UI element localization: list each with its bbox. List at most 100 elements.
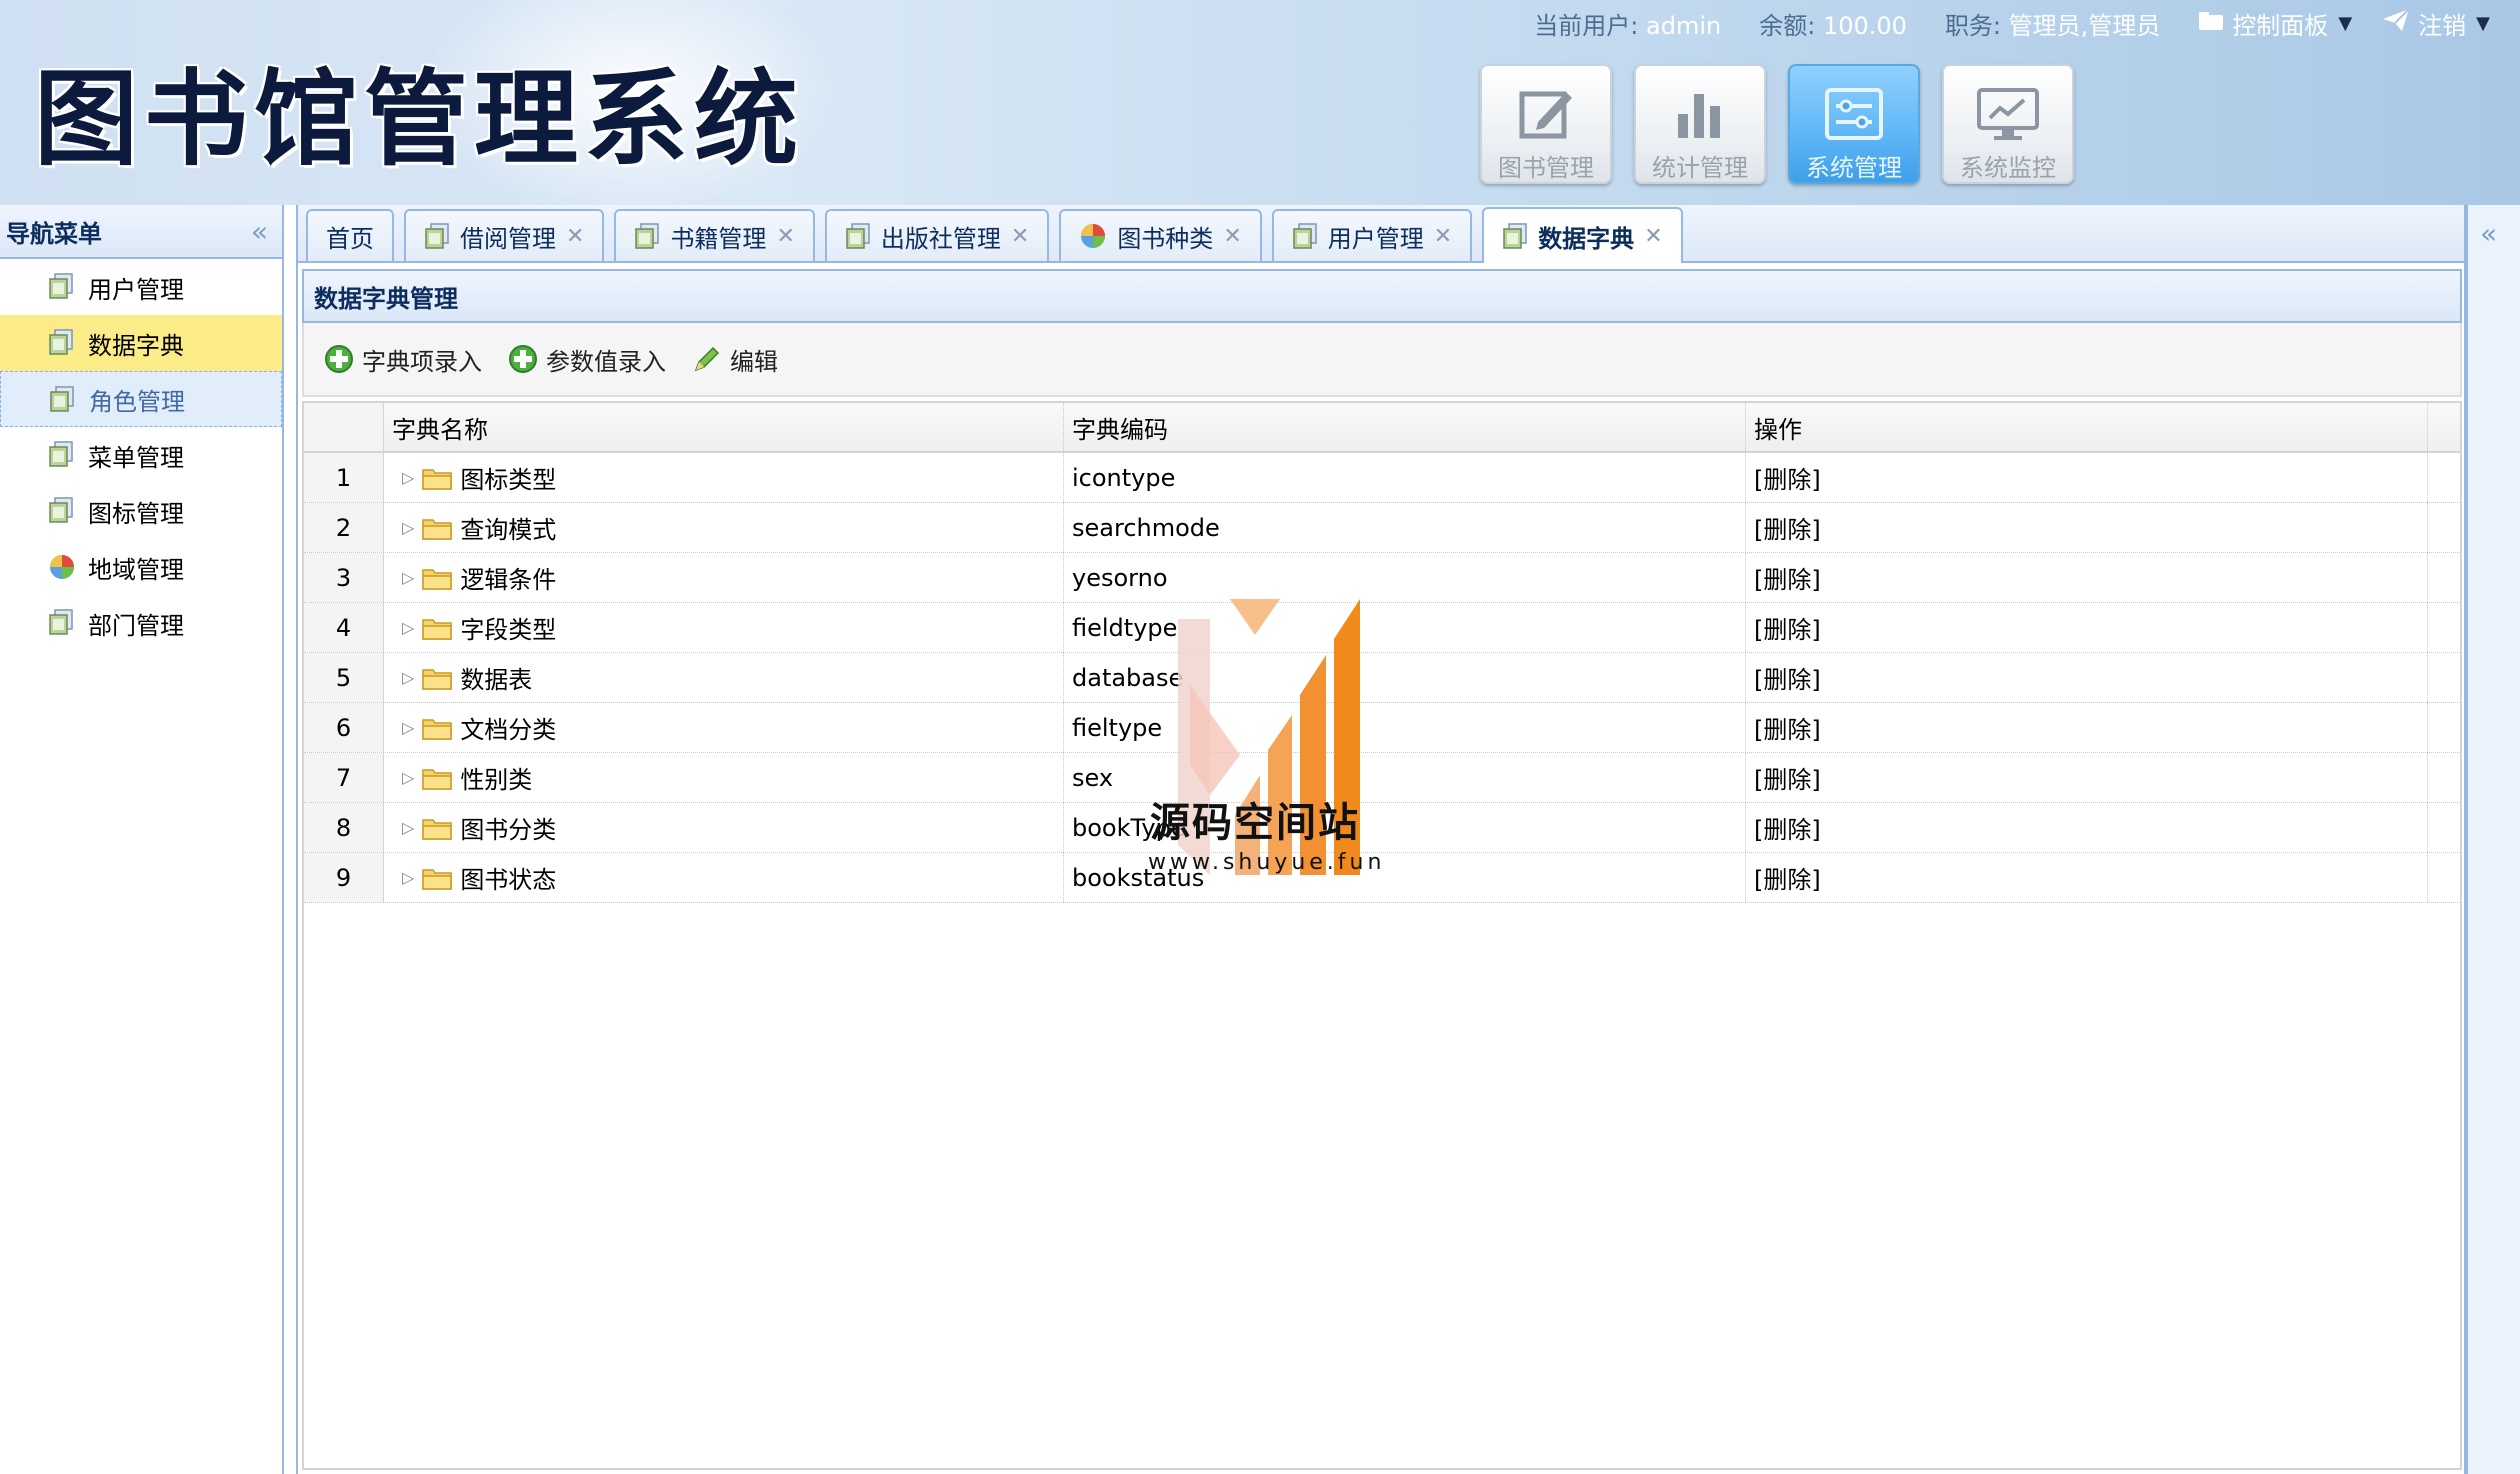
delete-link[interactable]: [删除] [1754, 510, 1821, 545]
sidebar-item[interactable]: 部门管理 [0, 595, 282, 651]
control-panel-menu[interactable]: 控制面板 ▼ [2198, 6, 2352, 41]
logout-menu[interactable]: 注销 ▼ [2382, 6, 2490, 41]
chevron-down-icon: ▼ [2476, 12, 2490, 34]
expand-arrow-icon[interactable]: ▷ [402, 518, 414, 537]
row-filler [2428, 803, 2460, 852]
delete-link[interactable]: [删除] [1754, 860, 1821, 895]
table-row[interactable]: 2 ▷ 查询模式 searchmode [删除] [304, 503, 2460, 553]
folder-icon [422, 566, 453, 590]
expand-arrow-icon[interactable]: ▷ [402, 468, 414, 487]
tab-label: 图书种类 [1117, 224, 1214, 253]
table-row[interactable]: 7 ▷ 性别类 sex [删除] [304, 753, 2460, 803]
expand-arrow-icon[interactable]: ▷ [402, 868, 414, 887]
close-icon[interactable]: ✕ [1223, 224, 1241, 249]
watermark-url: www.shuyue.fun [1148, 850, 1386, 875]
tab-label: 数据字典 [1538, 224, 1635, 253]
table-row[interactable]: 5 ▷ 数据表 database [删除] [304, 653, 2460, 703]
row-number: 6 [304, 703, 384, 752]
sidebar-item[interactable]: 用户管理 [0, 259, 282, 315]
tab[interactable]: 图书种类 ✕ [1059, 209, 1262, 261]
column-header-name[interactable]: 字典名称 [384, 403, 1064, 451]
folder-icon [422, 716, 453, 740]
row-number: 8 [304, 803, 384, 852]
tab[interactable]: 书籍管理 ✕ [614, 209, 815, 261]
delete-link[interactable]: [删除] [1754, 810, 1821, 845]
expand-arrow-icon[interactable]: ▷ [402, 618, 414, 637]
table-body: 1 ▷ 图标类型 icontype [删除] 2 ▷ 查询模式 searchmode [删除] 3 ▷… [304, 453, 2460, 903]
row-number: 1 [304, 453, 384, 502]
delete-link[interactable]: [删除] [1754, 560, 1821, 595]
page-icon [1502, 223, 1528, 249]
table-row[interactable]: 1 ▷ 图标类型 icontype [删除] [304, 453, 2460, 503]
delete-link[interactable]: [删除] [1754, 710, 1821, 745]
dict-code: fieltype [1064, 703, 1746, 752]
delete-link[interactable]: [删除] [1754, 610, 1821, 645]
expand-arrow-icon[interactable]: ▷ [402, 668, 414, 687]
dict-name-cell: ▷ 图书分类 [384, 803, 1064, 852]
delete-link[interactable]: [删除] [1754, 760, 1821, 795]
sidebar-menu: 用户管理数据字典角色管理菜单管理图标管理地域管理 部门管理 [0, 259, 282, 651]
close-icon[interactable]: ✕ [1434, 224, 1452, 249]
module-switcher: 图书管理 统计管理 系统管理 系统监控 [1480, 64, 2096, 184]
dict-code: icontype [1064, 453, 1746, 502]
tab[interactable]: 出版社管理 ✕ [824, 209, 1050, 261]
table-row[interactable]: 8 ▷ 图书分类 bookType [删除] [304, 803, 2460, 853]
toolbar-button[interactable]: 参数值录入 [508, 342, 666, 377]
sidebar-item-label: 用户管理 [88, 275, 184, 304]
module-book-management[interactable]: 图书管理 [1480, 64, 1612, 184]
chevron-down-icon: ▼ [2338, 12, 2353, 34]
row-number: 9 [304, 853, 384, 902]
table-row[interactable]: 6 ▷ 文档分类 fieltype [删除] [304, 703, 2460, 753]
add-icon [508, 344, 538, 374]
sidebar-item-label: 图标管理 [88, 499, 184, 528]
expand-arrow-icon[interactable]: ▷ [402, 818, 414, 837]
sidebar-item[interactable]: 数据字典 [0, 315, 282, 371]
tab[interactable]: 数据字典 ✕ [1482, 207, 1683, 263]
delete-link[interactable]: [删除] [1754, 660, 1821, 695]
delete-link[interactable]: [删除] [1754, 460, 1821, 495]
close-icon[interactable]: ✕ [566, 224, 584, 249]
dict-name: 查询模式 [460, 516, 557, 544]
tab[interactable]: 首页 [306, 209, 394, 261]
expand-arrow-icon[interactable]: ▷ [402, 568, 414, 587]
collapse-right-icon[interactable]: « [2480, 217, 2497, 250]
close-icon[interactable]: ✕ [776, 224, 794, 249]
toolbar-button[interactable]: 字典项录入 [324, 342, 482, 377]
close-icon[interactable]: ✕ [1011, 224, 1029, 249]
dict-name-cell: ▷ 图书状态 [384, 853, 1064, 902]
column-header-op[interactable]: 操作 [1746, 403, 2428, 451]
module-system-monitor[interactable]: 系统监控 [1942, 64, 2074, 184]
toolbar-button[interactable]: 编辑 [692, 342, 778, 377]
sidebar-item-label: 数据字典 [88, 331, 184, 360]
dict-name: 图标类型 [460, 466, 557, 494]
row-number-header [304, 403, 384, 451]
sidebar-item[interactable]: 地域管理 [0, 539, 282, 595]
row-filler [2428, 603, 2460, 652]
dict-name-cell: ▷ 逻辑条件 [384, 553, 1064, 602]
dict-code: fieldtype [1064, 603, 1746, 652]
collapse-left-icon[interactable]: « [251, 215, 268, 248]
row-number: 3 [304, 553, 384, 602]
add-icon [324, 344, 354, 374]
page-icon [48, 329, 74, 361]
row-filler [2428, 553, 2460, 602]
expand-arrow-icon[interactable]: ▷ [402, 718, 414, 737]
module-system-management[interactable]: 系统管理 [1788, 64, 1920, 184]
table-row[interactable]: 4 ▷ 字段类型 fieldtype [删除] [304, 603, 2460, 653]
column-header-code[interactable]: 字典编码 [1064, 403, 1746, 451]
current-user: 当前用户: admin [1534, 11, 1722, 40]
sidebar-item[interactable]: 菜单管理 [0, 427, 282, 483]
expand-arrow-icon[interactable]: ▷ [402, 768, 414, 787]
row-filler [2428, 453, 2460, 502]
tab[interactable]: 借阅管理 ✕ [404, 209, 605, 261]
table-row[interactable]: 3 ▷ 逻辑条件 yesorno [删除] [304, 553, 2460, 603]
tab[interactable]: 用户管理 ✕ [1271, 209, 1473, 261]
module-statistics[interactable]: 统计管理 [1634, 64, 1766, 184]
dict-op-cell: [删除] [1746, 703, 2428, 752]
close-icon[interactable]: ✕ [1644, 224, 1662, 249]
sidebar-item[interactable]: 角色管理 [0, 371, 282, 427]
page-icon [424, 223, 450, 249]
sidebar-item[interactable]: 图标管理 [0, 483, 282, 539]
folder-icon [422, 866, 453, 890]
sidebar-item-label: 角色管理 [89, 387, 185, 416]
